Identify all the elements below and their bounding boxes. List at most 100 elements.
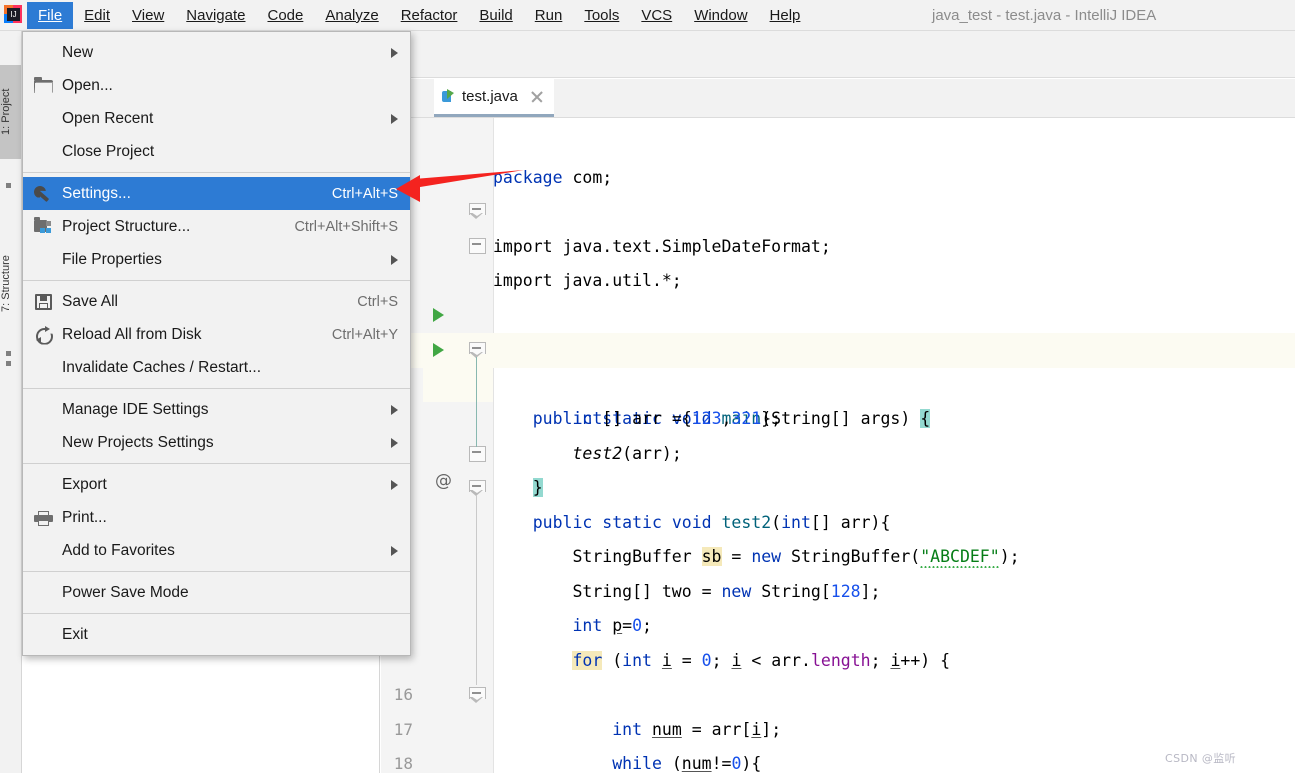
- watermark-text: CSDN @监听: [1165, 752, 1237, 765]
- fold-marker-import[interactable]: [469, 203, 486, 219]
- intellij-logo-icon: IJ: [3, 4, 25, 26]
- menubar-help-label: Help: [769, 6, 801, 24]
- code-line: import java.text.SimpleDateFormat;: [493, 236, 831, 256]
- menu-item-exit-label: Exit: [62, 625, 88, 643]
- menu-item-open-label: Open...: [62, 76, 113, 94]
- menu-separator: [23, 571, 410, 572]
- menu-item-print-label: Print...: [62, 508, 107, 526]
- editor-tab-test-java[interactable]: test.java: [434, 79, 554, 117]
- menu-item-save-all[interactable]: Save All Ctrl+S: [23, 285, 410, 318]
- menu-item-file-properties[interactable]: File Properties: [23, 243, 410, 276]
- menu-item-settings-shortcut: Ctrl+Alt+S: [331, 185, 398, 202]
- menu-item-project-structure-label: Project Structure...: [62, 217, 191, 235]
- code-line: public class test {: [381, 299, 1295, 359]
- code-line: 18 int n = num%16;: [381, 713, 1295, 773]
- menu-item-manage-ide-settings-label: Manage IDE Settings: [62, 400, 209, 418]
- tool-window-button-structure[interactable]: 7: Structure: [0, 231, 21, 337]
- menubar-run-label: Run: [534, 6, 563, 24]
- menu-item-settings[interactable]: Settings... Ctrl+Alt+S: [23, 177, 410, 210]
- menubar-refactor-label: Refactor: [400, 6, 458, 24]
- menubar-item-edit[interactable]: Edit: [73, 2, 121, 29]
- code-line: test2(arr);: [572, 443, 682, 463]
- close-icon[interactable]: [530, 90, 544, 104]
- menubar-item-run[interactable]: Run: [524, 2, 574, 29]
- left-tool-stripe: 1: Project 7: Structure: [0, 31, 22, 773]
- menubar-item-vcs[interactable]: VCS: [630, 2, 683, 29]
- stripe-marker-3: [6, 361, 11, 366]
- wrench-icon: [34, 185, 54, 203]
- menu-item-export-label: Export: [62, 475, 107, 493]
- file-menu-popup[interactable]: New Open... Open Recent Close Project Se…: [22, 31, 411, 656]
- menubar-item-file[interactable]: File: [27, 1, 74, 29]
- submenu-arrow-icon: [391, 47, 398, 58]
- menubar-view-label: View: [132, 6, 165, 24]
- menu-item-manage-ide-settings[interactable]: Manage IDE Settings: [23, 393, 410, 426]
- code-editor[interactable]: package com; import java.text.SimpleDate…: [381, 118, 1295, 773]
- menu-item-file-properties-label: File Properties: [62, 250, 162, 268]
- menu-item-project-structure-shortcut: Ctrl+Alt+Shift+S: [294, 218, 398, 235]
- menu-item-project-structure[interactable]: Project Structure... Ctrl+Alt+Shift+S: [23, 210, 410, 243]
- code-line: import java.util.*;: [493, 271, 682, 290]
- submenu-arrow-icon: [391, 437, 398, 448]
- menubar-analyze-label: Analyze: [325, 6, 379, 24]
- menu-bar: IJ File Edit View Navigate Code Analyze …: [0, 0, 1295, 31]
- menubar-item-code[interactable]: Code: [256, 2, 314, 29]
- fold-marker-main-end[interactable]: [469, 446, 486, 462]
- menu-item-export[interactable]: Export: [23, 468, 410, 501]
- code-line: package com;: [493, 167, 613, 187]
- menubar-navigate-label: Navigate: [186, 6, 246, 24]
- reload-icon: [34, 325, 54, 345]
- menubar-item-build[interactable]: Build: [468, 2, 523, 29]
- code-line: String[] two = new String[128];: [493, 581, 881, 601]
- annotation-at-icon: @: [435, 471, 452, 491]
- save-icon: [34, 293, 54, 311]
- menu-item-print[interactable]: Print...: [23, 501, 410, 534]
- menu-item-close-project-label: Close Project: [62, 142, 155, 160]
- menu-item-open-recent-label: Open Recent: [62, 109, 154, 127]
- code-line: public static void test2(int[] arr){: [532, 512, 891, 532]
- run-method-icon[interactable]: [433, 342, 444, 357]
- menubar-window-label: Window: [694, 6, 748, 24]
- menu-item-reload-all-from-disk[interactable]: Reload All from Disk Ctrl+Alt+Y: [23, 318, 410, 351]
- menubar-file-label: File: [38, 6, 63, 24]
- menu-item-invalidate-caches-label: Invalidate Caches / Restart...: [62, 358, 262, 376]
- code-line-current: public static void main(String[] args) {: [381, 333, 1295, 428]
- submenu-arrow-icon: [391, 113, 398, 124]
- fold-marker-test2[interactable]: [469, 480, 486, 496]
- menubar-item-tools[interactable]: Tools: [573, 2, 630, 29]
- menubar-code-label: Code: [267, 6, 304, 24]
- menu-item-new-projects-settings[interactable]: New Projects Settings: [23, 426, 410, 459]
- menu-item-invalidate-caches[interactable]: Invalidate Caches / Restart...: [23, 351, 410, 384]
- menu-item-save-all-label: Save All: [62, 292, 119, 310]
- menu-item-open-recent[interactable]: Open Recent: [23, 102, 410, 135]
- run-class-icon[interactable]: [433, 308, 444, 322]
- menubar-item-view[interactable]: View: [121, 2, 175, 29]
- menu-item-power-save-mode-label: Power Save Mode: [62, 583, 189, 601]
- fold-marker-while[interactable]: [469, 687, 486, 703]
- menu-item-add-to-favorites-label: Add to Favorites: [62, 541, 175, 559]
- menu-item-settings-label: Settings...: [62, 184, 131, 202]
- fold-indent-line-main: [476, 357, 478, 447]
- menubar-item-help[interactable]: Help: [759, 2, 812, 29]
- menubar-item-window[interactable]: Window: [683, 2, 758, 29]
- submenu-arrow-icon: [391, 404, 398, 415]
- menu-item-new[interactable]: New: [23, 36, 410, 69]
- menu-item-add-to-favorites[interactable]: Add to Favorites: [23, 534, 410, 567]
- menu-separator: [23, 280, 410, 281]
- menu-item-close-project[interactable]: Close Project: [23, 135, 410, 168]
- menubar-item-analyze[interactable]: Analyze: [314, 2, 389, 29]
- menubar-item-navigate[interactable]: Navigate: [175, 2, 256, 29]
- tool-window-button-project[interactable]: 1: Project: [0, 65, 21, 159]
- menu-item-power-save-mode[interactable]: Power Save Mode: [23, 576, 410, 609]
- editor-tab-strip: test.java: [381, 79, 1295, 118]
- menubar-item-refactor[interactable]: Refactor: [390, 2, 469, 29]
- fold-marker-main[interactable]: [469, 342, 486, 358]
- fold-marker-import-2[interactable]: [469, 238, 486, 254]
- menu-item-exit[interactable]: Exit: [23, 618, 410, 651]
- menu-item-open[interactable]: Open...: [23, 69, 410, 102]
- menubar-edit-label: Edit: [84, 6, 111, 24]
- menu-item-new-projects-settings-label: New Projects Settings: [62, 433, 214, 451]
- code-line: 19 two[p]=n>=0 && n<=9?n+two[p]:sb.charA…: [381, 747, 1295, 773]
- fold-indent-line-test2: [476, 495, 478, 685]
- menubar-vcs-label: VCS: [641, 6, 673, 24]
